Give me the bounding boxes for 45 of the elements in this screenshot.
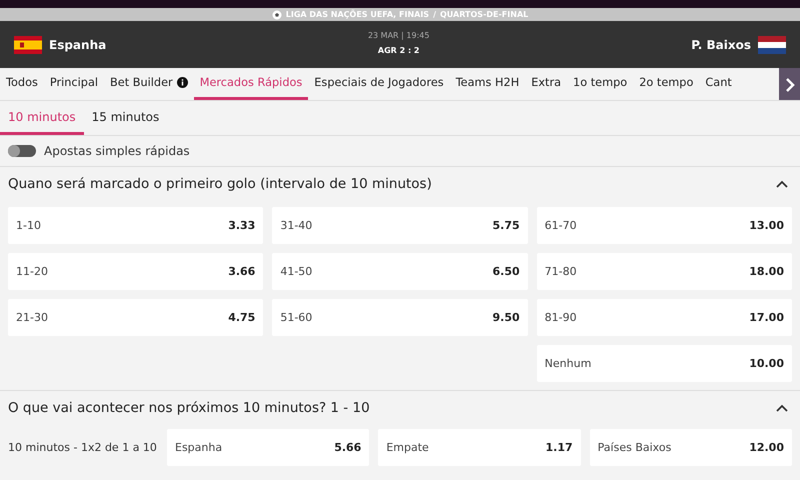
stage-name: QUARTOS-DE-FINAL [440, 10, 528, 19]
separator: / [433, 10, 436, 19]
odds-button[interactable]: 31-40 5.75 [272, 207, 528, 244]
market-title: Quano será marcado o primeiro golo (intervalo de 10 minutos) [8, 176, 432, 192]
market-tab[interactable]: Teams H2H [450, 68, 526, 100]
market-tab[interactable]: Extra [525, 68, 568, 100]
match-datetime: 23 MAR | 19:45 [368, 30, 430, 40]
odds-button[interactable]: 41-50 6.50 [272, 253, 528, 290]
odds-button[interactable]: 81-90 17.00 [536, 299, 792, 336]
chevron-icon[interactable] [776, 404, 788, 412]
info-icon [176, 77, 188, 88]
chevron-icon[interactable] [776, 180, 788, 188]
chevron-right-icon [784, 76, 794, 92]
match-score: AGR 2 : 2 [378, 46, 420, 54]
odds-button[interactable]: Países Baixos 12.00 [590, 429, 792, 466]
market-tab[interactable]: Mercados Rápidos [194, 68, 308, 100]
market-tab[interactable]: Cant [699, 68, 738, 100]
odds-button[interactable]: 51-60 9.50 [272, 299, 528, 336]
away-team: P. Baixos [691, 38, 751, 52]
next-arrow-button[interactable] [779, 68, 800, 100]
odds-button[interactable]: 1-10 3.33 [8, 207, 264, 244]
market-tab[interactable]: Especiais de Jogadores [308, 68, 450, 100]
odds-button[interactable]: 61-70 13.00 [536, 207, 792, 244]
market-tab[interactable]: Principal [44, 68, 104, 100]
toggle-label: Apostas simples rápidas [44, 144, 190, 158]
market-tab[interactable]: Todos [0, 68, 44, 100]
odds-button[interactable]: Nenhum 10.00 [536, 345, 792, 382]
toggle-switch[interactable] [8, 145, 36, 157]
interval-tab[interactable]: 15 minutos [84, 101, 168, 135]
market-title: O que vai acontecer nos próximos 10 minutos? 1 - 10 [8, 400, 370, 416]
home-team: Espanha [49, 38, 106, 52]
row-label: 10 minutos - 1x2 de 1 a 10 [8, 440, 158, 456]
odds-button[interactable]: 71-80 18.00 [536, 253, 792, 290]
spain-flag-icon [14, 36, 42, 54]
odds-button[interactable]: Empate 1.17 [378, 429, 581, 466]
competition-name: LIGA DAS NAÇÕES UEFA, FINAIS [286, 10, 430, 19]
market-tab[interactable]: 1o tempo [567, 68, 634, 100]
market-tab[interactable]: 2o tempo [633, 68, 700, 100]
netherlands-flag-icon [758, 36, 786, 54]
odds-button[interactable]: Espanha 5.66 [167, 429, 370, 466]
market-tab[interactable]: Bet Builder [104, 68, 194, 100]
soccer-ball-icon [272, 10, 282, 20]
odds-button[interactable]: 11-20 3.66 [8, 253, 264, 290]
interval-tab[interactable]: 10 minutos [0, 101, 84, 135]
odds-button[interactable]: 21-30 4.75 [8, 299, 264, 336]
